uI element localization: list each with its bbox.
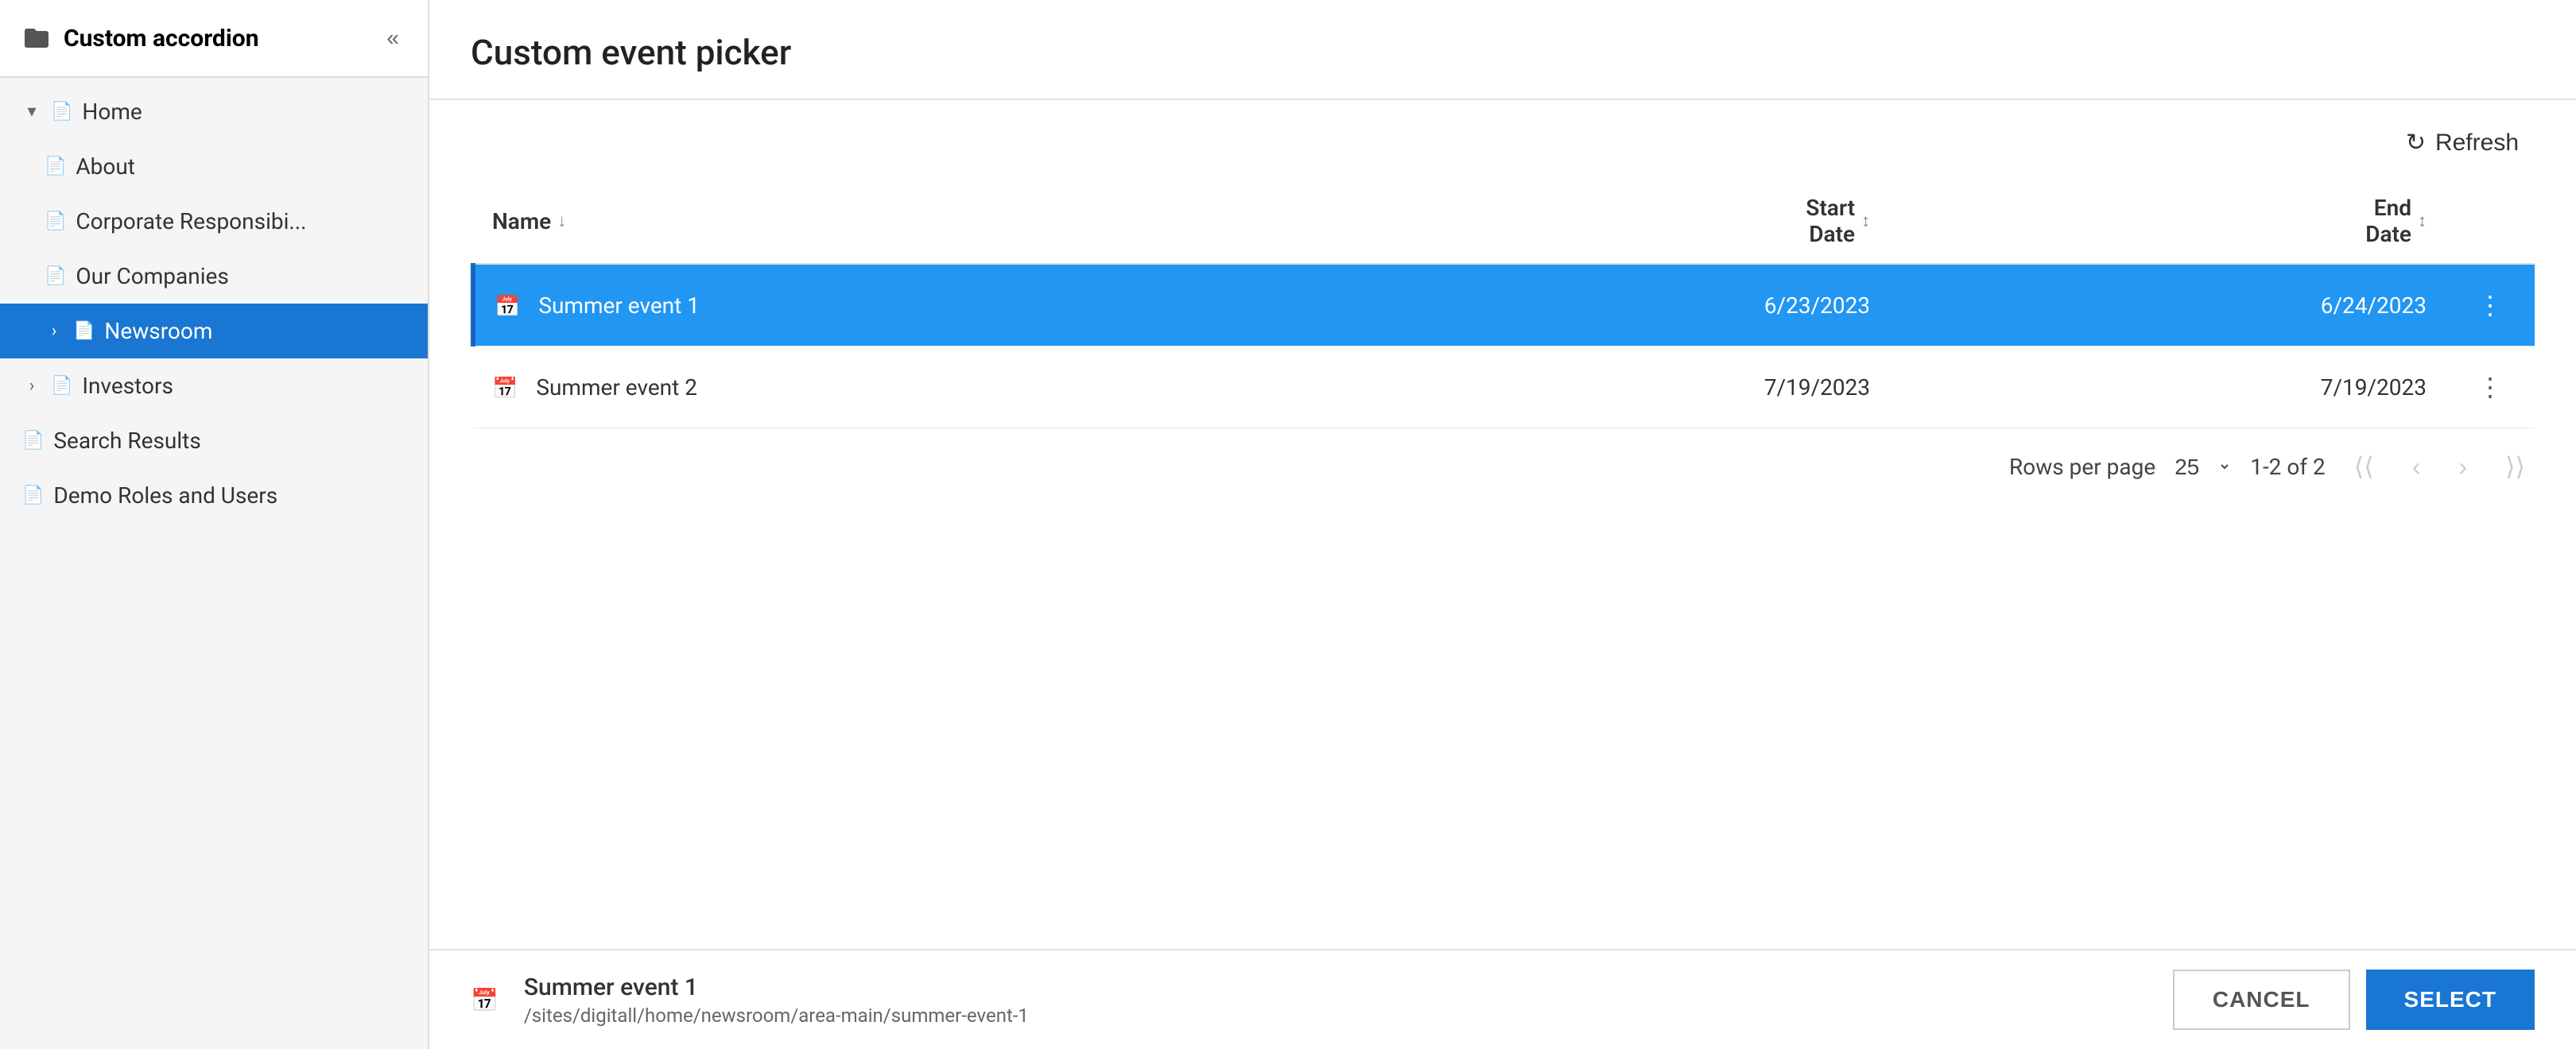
dialog-title: Custom event picker (471, 32, 2535, 99)
page-icon: 📄 (22, 431, 44, 451)
sidebar: Custom accordion « ▾ 📄 Home 📄 About 📄 Co… (0, 0, 429, 1049)
table-toolbar: ↻ Refresh (471, 100, 2535, 179)
chevron-right-icon: › (22, 376, 41, 396)
sort-icon: ↕ (1861, 211, 1870, 231)
events-table: Name ↓ StartDate ↕ EndDa (471, 179, 2535, 428)
chevron-down-icon: ▾ (22, 102, 41, 122)
sidebar-title-container: Custom accordion (22, 24, 259, 52)
page-icon: 📄 (45, 157, 66, 176)
footer-buttons: CANCEL SELECT (2173, 970, 2535, 1030)
refresh-label: Refresh (2435, 130, 2519, 157)
chevron-right-icon: › (45, 321, 64, 341)
sidebar-item-label: Home (82, 99, 142, 125)
footer-selected-info: Summer event 1 /sites/digitall/home/news… (524, 974, 2154, 1027)
sidebar-item-investors[interactable]: › 📄 Investors (0, 358, 428, 413)
page-icon: 📄 (22, 486, 44, 505)
row-menu-button[interactable]: ⋮ (2465, 284, 2516, 327)
select-button[interactable]: SELECT (2366, 970, 2535, 1030)
last-page-button[interactable]: ⟩⟩ (2496, 447, 2535, 486)
cell-end-date: 6/24/2023 (1889, 264, 2446, 346)
sort-icon: ↓ (557, 211, 566, 231)
cell-end-date: 7/19/2023 (1889, 346, 2446, 428)
cell-actions: ⋮ (2446, 264, 2535, 346)
row-menu-button[interactable]: ⋮ (2465, 366, 2516, 408)
col-header-name[interactable]: Name ↓ (473, 179, 1333, 264)
refresh-icon: ↻ (2406, 129, 2426, 157)
rows-per-page-control: Rows per page 25 50 100 (2009, 451, 2231, 483)
sidebar-item-about[interactable]: 📄 About (0, 139, 428, 194)
sidebar-header: Custom accordion « (0, 0, 428, 78)
folder-icon (22, 24, 51, 52)
sidebar-item-home[interactable]: ▾ 📄 Home (0, 84, 428, 139)
selected-event-path: /sites/digitall/home/newsroom/area-main/… (524, 1004, 2154, 1027)
col-header-start-date[interactable]: StartDate ↕ (1333, 179, 1889, 264)
sidebar-nav: ▾ 📄 Home 📄 About 📄 Corporate Responsibi.… (0, 78, 428, 1049)
sidebar-item-corporate[interactable]: 📄 Corporate Responsibi... (0, 194, 428, 249)
page-icon: 📄 (45, 266, 66, 286)
selected-event-name: Summer event 1 (524, 974, 2154, 1001)
sidebar-item-label: Newsroom (104, 318, 212, 344)
page-icon: 📄 (45, 211, 66, 231)
cell-start-date: 7/19/2023 (1333, 346, 1889, 428)
dialog-header: Custom event picker (429, 0, 2576, 100)
event-icon: 📅 (492, 377, 518, 401)
collapse-sidebar-button[interactable]: « (380, 19, 405, 57)
page-icon: 📄 (73, 321, 95, 341)
main-content: Custom event picker ↻ Refresh Name ↓ (429, 0, 2576, 1049)
pagination-bar: Rows per page 25 50 100 1-2 of 2 ⟨⟨ ‹ › … (471, 428, 2535, 505)
cell-name: 📅 Summer event 2 (473, 346, 1333, 428)
dialog-footer: 📅 Summer event 1 /sites/digitall/home/ne… (429, 949, 2576, 1049)
next-page-button[interactable]: › (2449, 447, 2477, 486)
cell-actions: ⋮ (2446, 346, 2535, 428)
cell-start-date: 6/23/2023 (1333, 264, 1889, 346)
first-page-button[interactable]: ⟨⟨ (2345, 447, 2384, 486)
sidebar-item-label: Our Companies (76, 263, 228, 289)
sidebar-title: Custom accordion (64, 25, 259, 52)
table-row[interactable]: 📅 Summer event 1 6/23/2023 6/24/2023 ⋮ (473, 264, 2535, 346)
sidebar-item-search-results[interactable]: 📄 Search Results (0, 413, 428, 468)
page-info: 1-2 of 2 (2250, 454, 2326, 480)
sidebar-item-label: Demo Roles and Users (53, 482, 277, 509)
col-header-end-date[interactable]: EndDate ↕ (1889, 179, 2446, 264)
sidebar-item-demo-roles[interactable]: 📄 Demo Roles and Users (0, 468, 428, 523)
sidebar-item-label: Investors (82, 373, 173, 399)
sidebar-item-our-companies[interactable]: 📄 Our Companies (0, 249, 428, 304)
sidebar-item-label: About (76, 153, 135, 180)
rows-per-page-select[interactable]: 25 50 100 (2165, 451, 2231, 483)
sidebar-item-newsroom[interactable]: › 📄 Newsroom (0, 304, 428, 358)
cancel-button[interactable]: CANCEL (2173, 970, 2350, 1030)
sidebar-item-label: Search Results (53, 428, 200, 454)
sidebar-item-label: Corporate Responsibi... (76, 208, 306, 234)
event-icon: 📅 (495, 295, 520, 319)
prev-page-button[interactable]: ‹ (2403, 447, 2431, 486)
rows-per-page-label: Rows per page (2009, 454, 2155, 480)
table-container: ↻ Refresh Name ↓ (429, 100, 2576, 949)
selected-event-icon: 📅 (471, 987, 499, 1013)
page-icon: 📄 (51, 102, 72, 122)
sort-icon: ↕ (2418, 211, 2427, 231)
table-row[interactable]: 📅 Summer event 2 7/19/2023 7/19/2023 ⋮ (473, 346, 2535, 428)
refresh-button[interactable]: ↻ Refresh (2390, 119, 2535, 166)
dialog-overlay: Custom event picker ↻ Refresh Name ↓ (429, 0, 2576, 1049)
cell-name: 📅 Summer event 1 (473, 264, 1333, 346)
page-icon: 📄 (51, 376, 72, 396)
